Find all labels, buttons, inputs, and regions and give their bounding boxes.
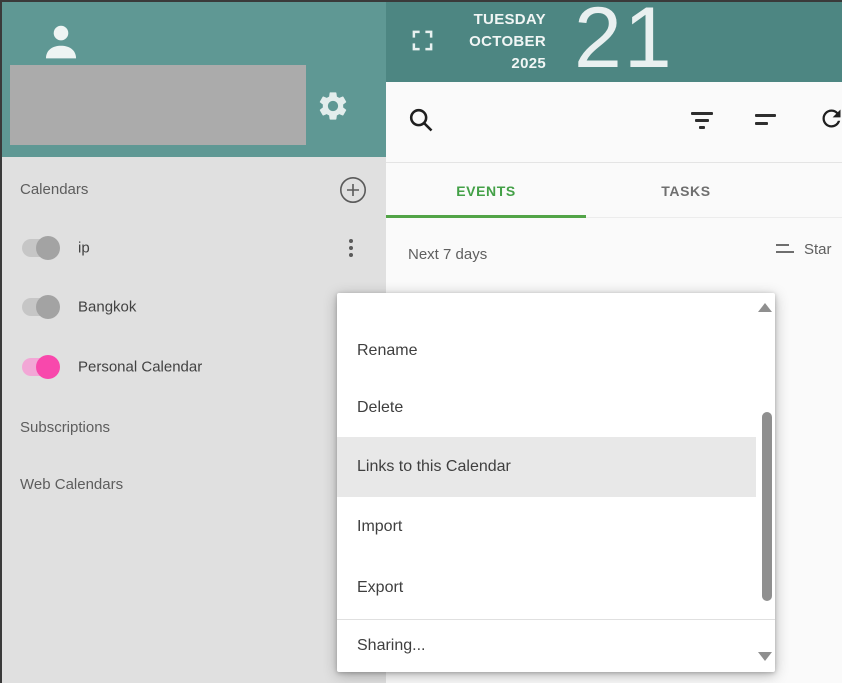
window-left-border xyxy=(0,0,2,683)
date-header: TUESDAY OCTOBER 2025 21 xyxy=(386,0,842,82)
toggle-knob xyxy=(36,295,60,319)
calendar-toggle-ip[interactable] xyxy=(22,236,62,260)
menu-item-rename[interactable]: Rename xyxy=(337,322,756,379)
calendars-section-title: Calendars xyxy=(20,181,88,198)
calendar-name[interactable]: Personal Calendar xyxy=(78,359,202,376)
scrollbar-thumb[interactable] xyxy=(762,412,772,601)
toggle-knob xyxy=(36,355,60,379)
toggle-knob xyxy=(36,236,60,260)
sort-by-label: Star xyxy=(804,241,832,258)
calendar-toggle-personal[interactable] xyxy=(22,355,62,379)
tab-events[interactable]: EVENTS xyxy=(386,163,586,218)
calendar-row-personal: Personal Calendar xyxy=(0,345,386,389)
menu-scrollbar[interactable] xyxy=(755,293,775,672)
sidebar: Calendars ip Bangkok Personal Calendar S… xyxy=(0,0,386,683)
sort-by-control[interactable]: Star xyxy=(776,240,832,258)
window-top-border xyxy=(0,0,842,2)
tab-bar: EVENTS TASKS xyxy=(386,163,842,218)
plus-circle-icon[interactable] xyxy=(339,176,367,204)
menu-item-sharing[interactable]: Sharing... xyxy=(337,620,756,671)
menu-item-links-to-this-calendar[interactable]: Links to this Calendar xyxy=(337,437,756,497)
weekday-label: TUESDAY xyxy=(469,9,546,31)
calendar-row-bangkok: Bangkok xyxy=(0,285,386,329)
date-text-block: TUESDAY OCTOBER 2025 xyxy=(469,9,546,75)
person-icon xyxy=(42,22,80,60)
menu-item-export[interactable]: Export xyxy=(337,557,756,619)
scroll-up-arrow-icon[interactable] xyxy=(758,303,772,312)
calendar-toggle-bangkok[interactable] xyxy=(22,295,62,319)
toolbar xyxy=(386,82,842,163)
mini-sort-icon xyxy=(776,240,796,258)
calendar-context-menu: Rename Delete Links to this Calendar Imp… xyxy=(337,293,775,672)
calendar-row-ip: ip xyxy=(0,226,386,270)
sort-icon[interactable] xyxy=(754,108,778,132)
date-range-label: Next 7 days xyxy=(408,246,487,263)
year-label: 2025 xyxy=(469,53,546,75)
scroll-down-arrow-icon[interactable] xyxy=(758,652,772,661)
tab-tasks[interactable]: TASKS xyxy=(586,163,786,218)
user-panel xyxy=(0,0,386,157)
refresh-icon[interactable] xyxy=(818,105,842,132)
month-label: OCTOBER xyxy=(469,31,546,53)
sidebar-item-subscriptions[interactable]: Subscriptions xyxy=(20,419,110,436)
menu-item-delete[interactable]: Delete xyxy=(337,379,756,437)
day-number: 21 xyxy=(574,0,674,88)
filter-list-icon[interactable] xyxy=(690,108,714,132)
calendar-name[interactable]: ip xyxy=(78,240,90,257)
search-icon[interactable] xyxy=(407,106,435,134)
gear-icon[interactable] xyxy=(316,89,350,123)
sidebar-item-web-calendars[interactable]: Web Calendars xyxy=(20,476,123,493)
list-subheader: Next 7 days Star xyxy=(386,218,842,283)
calendar-name[interactable]: Bangkok xyxy=(78,299,136,316)
redacted-username-block xyxy=(10,65,306,145)
fullscreen-icon[interactable] xyxy=(411,29,434,52)
menu-item-import[interactable]: Import xyxy=(337,497,756,557)
